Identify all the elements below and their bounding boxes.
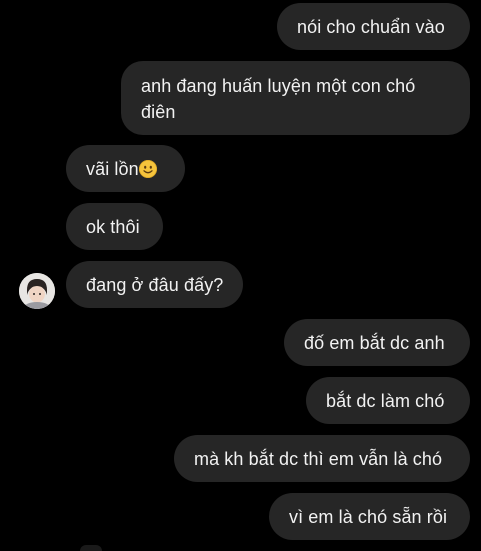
message-text: bắt dc làm chó xyxy=(326,390,445,411)
slightly-smiling-face-icon xyxy=(138,159,157,178)
message-bubble-sent[interactable]: vì em là chó sẵn rồi xyxy=(269,493,470,540)
message-text: anh đang huấn luyện một con chó điên xyxy=(141,76,416,122)
message-bubble-received[interactable]: ok thôi xyxy=(66,203,163,250)
message-text: đố em bắt dc anh xyxy=(304,332,445,353)
message-bubble-sent[interactable]: bắt dc làm chó xyxy=(306,377,470,424)
message-text: vãi lồn xyxy=(86,158,139,179)
contact-avatar[interactable] xyxy=(19,273,55,309)
message-bubble-sent[interactable]: mà kh bắt dc thì em vẫn là chó xyxy=(174,435,470,482)
message-text: đang ở đâu đấy? xyxy=(86,274,224,295)
message-bubble-received[interactable]: vãi lồn xyxy=(66,145,185,192)
message-bubble-sent[interactable]: nói cho chuẩn vào xyxy=(277,3,470,50)
message-bubble-sent[interactable]: anh đang huấn luyện một con chó điên xyxy=(121,61,470,135)
contact-avatar-photo xyxy=(19,273,55,309)
message-text: nói cho chuẩn vào xyxy=(297,16,445,37)
message-bubble-received[interactable]: đang ở đâu đấy? xyxy=(66,261,243,308)
partial-element xyxy=(80,545,102,551)
message-text: ok thôi xyxy=(86,216,140,237)
chat-thread: nói cho chuẩn vào anh đang huấn luyện mộ… xyxy=(0,0,481,551)
message-text: vì em là chó sẵn rồi xyxy=(289,506,448,527)
message-text: mà kh bắt dc thì em vẫn là chó xyxy=(194,448,443,469)
message-bubble-sent[interactable]: đố em bắt dc anh xyxy=(284,319,470,366)
